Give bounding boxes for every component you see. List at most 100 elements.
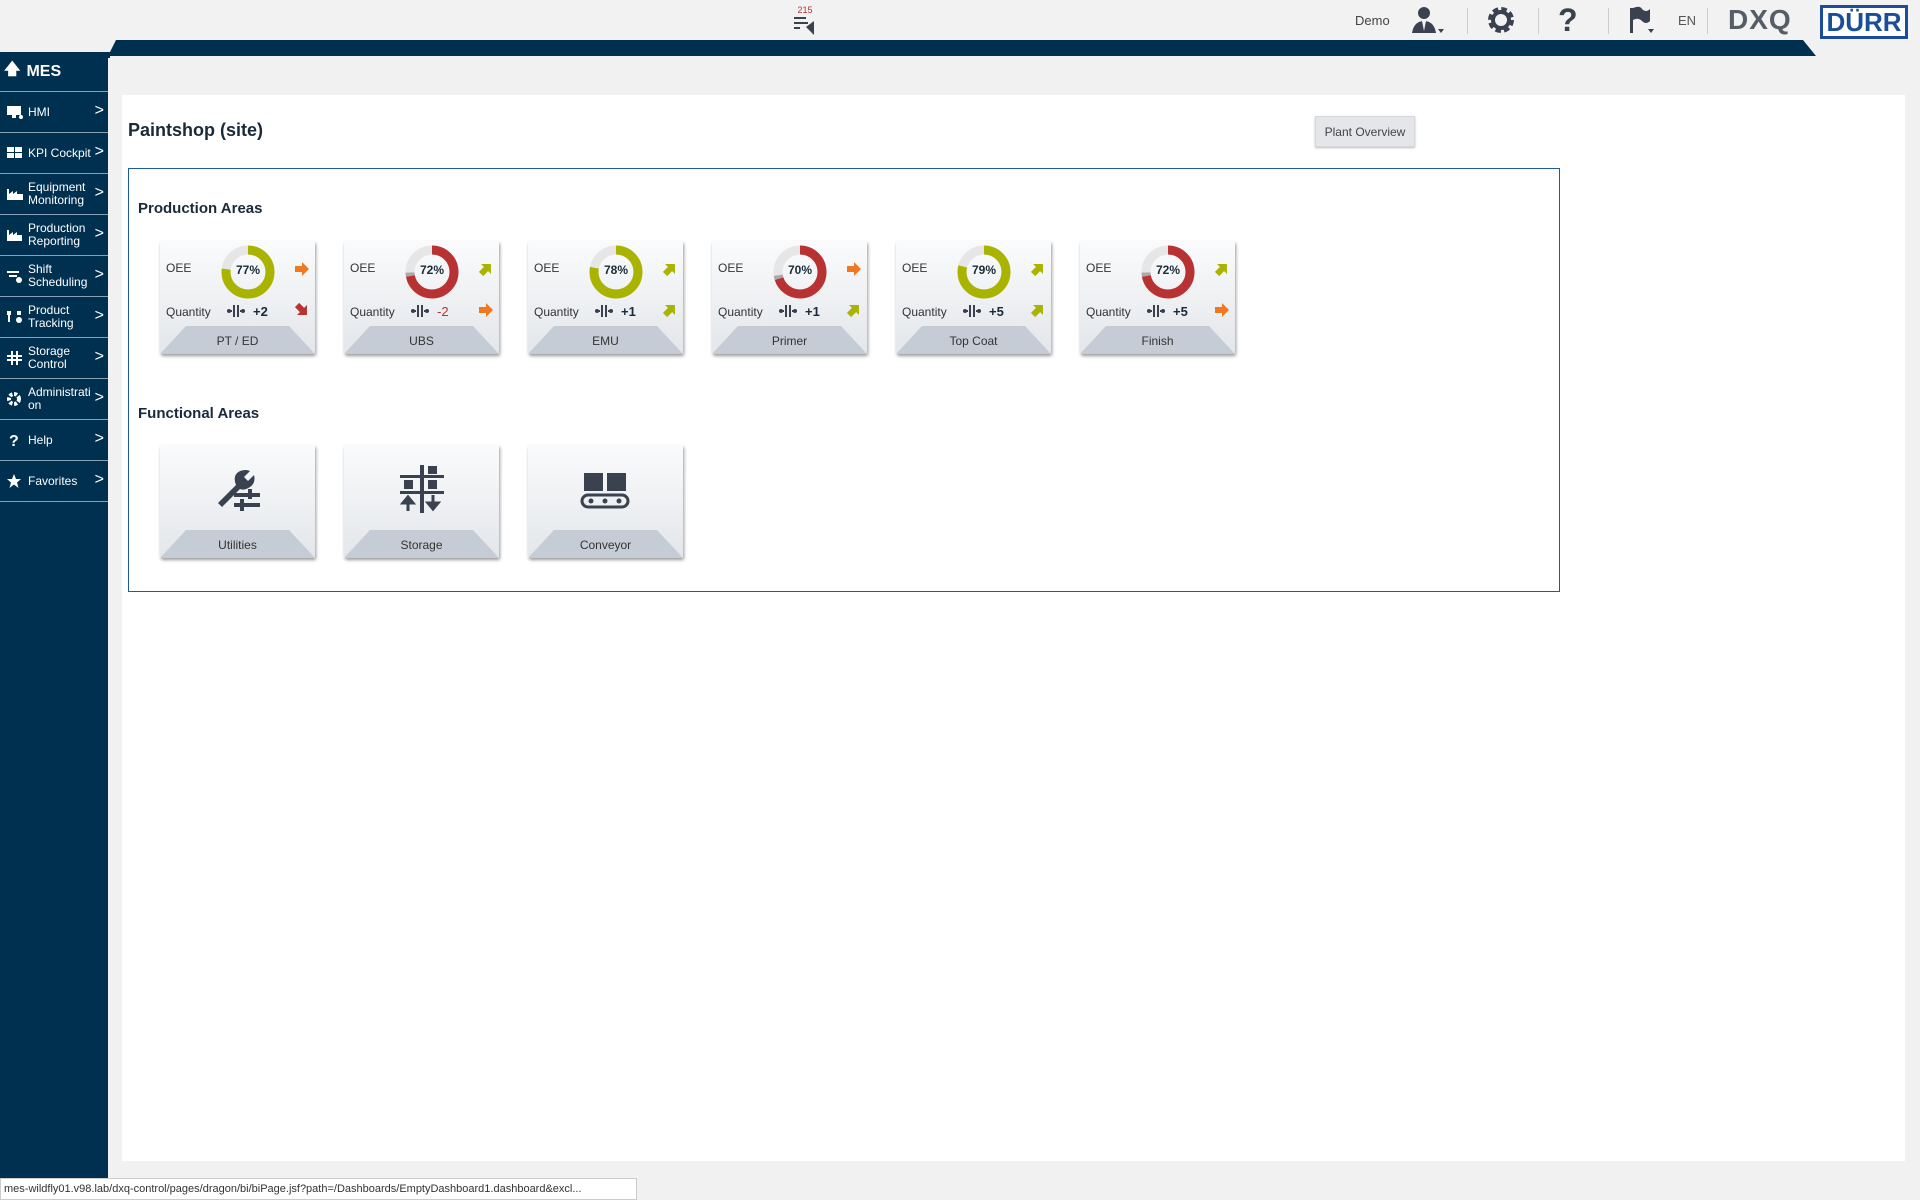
sidebar-mes-up[interactable]: 🡅 MES bbox=[0, 52, 108, 92]
functional-areas-heading: Functional Areas bbox=[138, 405, 260, 422]
oee-label: OEE bbox=[534, 261, 560, 275]
sidebar-item-label: Shift Scheduling bbox=[28, 262, 88, 289]
area-name: Utilities bbox=[160, 530, 315, 558]
monitor-icon bbox=[4, 104, 24, 120]
chevron-right-icon: > bbox=[94, 389, 104, 406]
sidebar-item-favorites[interactable]: Favorites > bbox=[0, 461, 108, 502]
oee-value: 79% bbox=[971, 263, 997, 277]
tracking-icon bbox=[4, 309, 24, 325]
oee-trend-arrow-icon bbox=[662, 261, 678, 277]
oee-label: OEE bbox=[718, 261, 744, 275]
sidebar-item-help[interactable]: ? Help > bbox=[0, 420, 108, 461]
sidebar-item-administrati-on[interactable]: Administrati on > bbox=[0, 379, 108, 420]
quantity-trend-arrow-icon bbox=[1030, 302, 1046, 318]
production-area-tile[interactable]: OEE 70% Quantity +1 Primer bbox=[712, 241, 867, 354]
quantity-label: Quantity bbox=[1086, 305, 1131, 319]
oee-value: 72% bbox=[419, 263, 445, 277]
status-bar-url: mes-wildfly01.v98.lab/dxq-control/pages/… bbox=[0, 1178, 637, 1200]
schedule-icon bbox=[4, 268, 24, 284]
settings-button[interactable] bbox=[1486, 0, 1516, 40]
sidebar-item-label: Storage Control bbox=[28, 344, 71, 371]
sidebar-item-label: Favorites bbox=[28, 473, 78, 488]
quantity-gap-icon bbox=[411, 305, 429, 317]
quantity-delta: +5 bbox=[989, 304, 1004, 319]
oee-trend-arrow-icon bbox=[294, 261, 310, 277]
language-menu-button[interactable] bbox=[1628, 0, 1656, 40]
sidebar-item-kpi-cockpit[interactable]: KPI Cockpit > bbox=[0, 133, 108, 174]
gear-icon bbox=[1488, 7, 1514, 33]
oee-trend-arrow-icon bbox=[1214, 261, 1230, 277]
oee-trend-arrow-icon bbox=[1030, 261, 1046, 277]
quantity-trend-arrow-icon bbox=[478, 302, 494, 318]
quantity-trend-arrow-icon bbox=[1214, 302, 1230, 318]
utilities-icon bbox=[218, 470, 260, 511]
area-name: EMU bbox=[528, 326, 683, 354]
production-area-tile[interactable]: OEE 72% Quantity -2 UBS bbox=[344, 241, 499, 354]
oee-trend-arrow-icon bbox=[478, 261, 494, 277]
quantity-label: Quantity bbox=[902, 305, 947, 319]
production-area-tile[interactable]: OEE 77% Quantity +2 PT / ED bbox=[160, 241, 315, 354]
quantity-gap-icon bbox=[227, 305, 245, 317]
chevron-right-icon: > bbox=[94, 430, 104, 447]
functional-area-tile-utilities[interactable]: Utilities bbox=[160, 445, 315, 558]
quantity-label: Quantity bbox=[718, 305, 763, 319]
quantity-trend-arrow-icon bbox=[662, 302, 678, 318]
sidebar-item-hmi[interactable]: HMI > bbox=[0, 92, 108, 133]
oee-label: OEE bbox=[166, 261, 192, 275]
question-icon: ? bbox=[1558, 1, 1578, 38]
sidebar-item-product-tracking[interactable]: Product Tracking > bbox=[0, 297, 108, 338]
area-name: Conveyor bbox=[528, 530, 683, 558]
sidebar-item-label: Product Tracking bbox=[28, 303, 74, 330]
chevron-right-icon: > bbox=[94, 225, 104, 242]
sidebar-item-shift-scheduling[interactable]: Shift Scheduling > bbox=[0, 256, 108, 297]
area-name: Primer bbox=[712, 326, 867, 354]
header-strip bbox=[108, 40, 1816, 56]
quantity-delta: -2 bbox=[437, 304, 449, 319]
sidebar-item-storage-control[interactable]: Storage Control > bbox=[0, 338, 108, 379]
sidebar: 🡅 MES HMI > KPI Cockpit > Equipment Monit… bbox=[0, 52, 108, 1178]
quantity-gap-icon bbox=[779, 305, 797, 317]
plant-overview-button[interactable]: Plant Overview bbox=[1315, 116, 1415, 147]
notification-count: 215 bbox=[797, 4, 813, 15]
help-button[interactable]: ? bbox=[1558, 0, 1578, 40]
chevron-right-icon: > bbox=[94, 348, 104, 365]
dxq-logo: DXQ bbox=[1728, 4, 1792, 35]
page-title: Paintshop (site) bbox=[128, 120, 264, 140]
quantity-delta: +2 bbox=[253, 304, 268, 319]
quantity-delta: +1 bbox=[805, 304, 820, 319]
chevron-right-icon: > bbox=[94, 143, 104, 160]
user-menu-button[interactable] bbox=[1410, 0, 1446, 40]
storage-icon bbox=[399, 465, 444, 513]
functional-area-tile-conveyor[interactable]: Conveyor bbox=[528, 445, 683, 558]
sidebar-item-production-reporting[interactable]: Production Reporting > bbox=[0, 215, 108, 256]
sidebar-item-equipment-monitoring[interactable]: Equipment Monitoring > bbox=[0, 174, 108, 215]
chevron-right-icon: > bbox=[94, 307, 104, 324]
language-code: EN bbox=[1678, 12, 1697, 28]
notifications-button[interactable]: 215 bbox=[792, 0, 818, 40]
chevron-right-icon: > bbox=[94, 184, 104, 201]
user-icon bbox=[1412, 7, 1444, 33]
functional-area-tile-storage[interactable]: Storage bbox=[344, 445, 499, 558]
area-name: UBS bbox=[344, 326, 499, 354]
gear-icon bbox=[4, 391, 24, 407]
flag-icon bbox=[1630, 6, 1654, 33]
chevron-right-icon: > bbox=[94, 471, 104, 488]
arrow-up-icon: 🡅 bbox=[4, 61, 21, 78]
production-areas-heading: Production Areas bbox=[138, 200, 263, 217]
question-icon: ? bbox=[4, 432, 24, 448]
production-area-tile[interactable]: OEE 79% Quantity +5 Top Coat bbox=[896, 241, 1051, 354]
factory-report-icon bbox=[4, 227, 24, 243]
chevron-right-icon: > bbox=[94, 102, 104, 119]
production-area-tile[interactable]: OEE 72% Quantity +5 Finish bbox=[1080, 241, 1235, 354]
top-bar: 215 Demo ? EN DXQ DÜRR bbox=[0, 0, 1920, 40]
production-area-tile[interactable]: OEE 78% Quantity +1 EMU bbox=[528, 241, 683, 354]
sidebar-item-label: Help bbox=[28, 432, 53, 447]
quantity-gap-icon bbox=[595, 305, 613, 317]
area-name: Finish bbox=[1080, 326, 1235, 354]
durr-logo: DÜRR bbox=[1820, 5, 1908, 39]
quantity-trend-arrow-icon bbox=[846, 302, 862, 318]
oee-label: OEE bbox=[350, 261, 376, 275]
area-name: Top Coat bbox=[896, 326, 1051, 354]
quantity-gap-icon bbox=[1147, 305, 1165, 317]
oee-label: OEE bbox=[1086, 261, 1112, 275]
